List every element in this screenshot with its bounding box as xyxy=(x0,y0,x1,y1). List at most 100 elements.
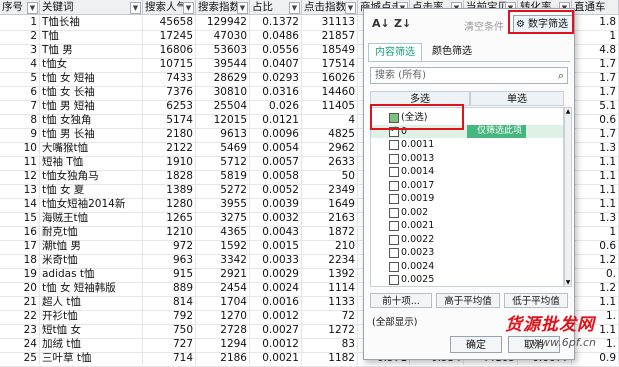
table-cell[interactable]: 1.3 xyxy=(572,211,619,225)
sort-descending-button[interactable]: Z↓ xyxy=(394,17,411,30)
table-cell[interactable]: 1910 xyxy=(143,155,196,169)
table-cell[interactable]: 0.6 xyxy=(572,239,619,253)
checkbox[interactable] xyxy=(389,207,399,218)
checkbox[interactable] xyxy=(389,113,399,123)
table-cell[interactable]: 0.0057 xyxy=(250,155,302,169)
table-cell[interactable]: 2 xyxy=(0,29,40,43)
table-cell[interactable]: 5272 xyxy=(196,183,250,197)
table-cell[interactable]: 39544 xyxy=(196,57,250,71)
table-cell[interactable]: 1294 xyxy=(196,337,250,351)
table-cell[interactable]: t恤 女独角 xyxy=(40,113,143,127)
table-cell[interactable]: 45658 xyxy=(143,15,196,29)
table-cell[interactable]: 2163 xyxy=(302,211,358,225)
table-cell[interactable]: t恤女短袖2014新 xyxy=(40,197,143,211)
table-cell[interactable]: 5819 xyxy=(196,169,250,183)
table-cell[interactable]: 9 xyxy=(0,127,40,141)
table-cell[interactable]: 18549 xyxy=(302,43,358,57)
checkbox[interactable] xyxy=(389,275,399,285)
table-cell[interactable]: 16806 xyxy=(143,43,196,57)
table-cell[interactable]: 1114 xyxy=(302,281,358,295)
sort-ascending-button[interactable]: A↓ xyxy=(372,17,390,30)
table-cell[interactable]: 加绒 t恤 xyxy=(40,337,143,351)
table-cell[interactable]: 1133 xyxy=(302,295,358,309)
table-cell[interactable]: 0.9 xyxy=(572,351,619,365)
table-cell[interactable]: 3275 xyxy=(196,211,250,225)
ok-button[interactable]: 确定 xyxy=(450,336,502,353)
table-cell[interactable]: 1210 xyxy=(143,225,196,239)
table-cell[interactable]: 短t恤 女 xyxy=(40,323,143,337)
table-cell[interactable]: 15 xyxy=(0,211,40,225)
table-cell[interactable]: 0.0016 xyxy=(250,295,302,309)
table-cell[interactable]: 1828 xyxy=(143,169,196,183)
table-cell[interactable]: 727 xyxy=(143,337,196,351)
table-cell[interactable]: 0.0054 xyxy=(250,141,302,155)
checkbox[interactable] xyxy=(389,221,399,231)
table-cell[interactable]: 24 xyxy=(0,337,40,351)
top10-button[interactable]: 前十项... xyxy=(370,293,432,308)
table-cell[interactable]: 1.1 xyxy=(572,169,619,183)
filter-list-item[interactable]: 0.002 xyxy=(371,206,563,219)
table-cell[interactable]: t恤 女 夏 xyxy=(40,183,143,197)
table-cell[interactable]: 1280 xyxy=(143,197,196,211)
table-cell[interactable]: t恤 男 长袖 xyxy=(40,127,143,141)
column-header[interactable]: 搜索人气 ▼ xyxy=(143,0,196,15)
table-cell[interactable]: 1182 xyxy=(302,351,358,365)
table-cell[interactable]: 1265 xyxy=(143,211,196,225)
column-header[interactable]: 序号 ▼ xyxy=(0,0,40,15)
table-cell[interactable]: 30810 xyxy=(196,85,250,99)
table-cell[interactable]: 47030 xyxy=(196,29,250,43)
filter-list-item[interactable]: 0.0024 xyxy=(371,260,563,273)
table-cell[interactable]: 18 xyxy=(0,253,40,267)
table-cell[interactable]: 1.2 xyxy=(572,253,619,267)
filter-dropdown-icon[interactable]: ▼ xyxy=(289,2,300,14)
table-cell[interactable]: 1.8 xyxy=(572,15,619,29)
scroll-down-icon[interactable]: ▼ xyxy=(565,279,571,286)
table-cell[interactable]: 0.0316 xyxy=(250,85,302,99)
table-cell[interactable]: 三叶草 t恤 xyxy=(40,351,143,365)
table-cell[interactable]: 19 xyxy=(0,267,40,281)
table-cell[interactable]: 4 xyxy=(302,113,358,127)
table-cell[interactable]: 4825 xyxy=(302,127,358,141)
table-cell[interactable]: 1392 xyxy=(302,267,358,281)
table-cell[interactable]: 1389 xyxy=(143,183,196,197)
table-cell[interactable]: 1270 xyxy=(196,309,250,323)
table-cell[interactable]: 2186 xyxy=(196,351,250,365)
table-cell[interactable]: 14 xyxy=(0,197,40,211)
table-cell[interactable]: 短袖 T恤 xyxy=(40,155,143,169)
table-cell[interactable]: 3 xyxy=(0,43,40,57)
filter-list-item[interactable]: 0.0014 xyxy=(371,165,563,178)
table-cell[interactable]: t恤 男 短袖 xyxy=(40,99,143,113)
clear-conditions-button[interactable]: 清空条件 xyxy=(464,18,504,33)
table-cell[interactable]: 海贼王t恤 xyxy=(40,211,143,225)
below-average-button[interactable]: 低于平均值 xyxy=(504,293,568,308)
table-cell[interactable]: 0.026 xyxy=(250,99,302,113)
table-cell[interactable]: 4.8 xyxy=(572,43,619,57)
table-cell[interactable]: 5.1 xyxy=(572,99,619,113)
table-cell[interactable]: 1.3 xyxy=(572,141,619,155)
checkbox[interactable] xyxy=(389,194,399,204)
table-cell[interactable]: 12015 xyxy=(196,113,250,127)
table-cell[interactable]: 0.0293 xyxy=(250,71,302,85)
checkbox[interactable] xyxy=(389,248,399,258)
table-cell[interactable]: 17514 xyxy=(302,57,358,71)
table-cell[interactable]: 0. xyxy=(572,267,619,281)
table-cell[interactable]: 5712 xyxy=(196,155,250,169)
table-cell[interactable]: t恤 女 长袖 xyxy=(40,85,143,99)
table-cell[interactable]: 1.1 xyxy=(572,155,619,169)
table-cell[interactable]: 0.1372 xyxy=(250,15,302,29)
table-cell[interactable]: 21 xyxy=(0,295,40,309)
table-cell[interactable]: 1 xyxy=(572,225,619,239)
column-header[interactable]: 搜索指数 ▼ xyxy=(196,0,250,15)
table-cell[interactable]: 963 xyxy=(143,253,196,267)
table-cell[interactable]: 16 xyxy=(0,225,40,239)
filter-list-item[interactable]: (全选) xyxy=(371,111,563,124)
table-cell[interactable]: 0.0021 xyxy=(250,351,302,365)
table-cell[interactable]: 23 xyxy=(0,323,40,337)
table-cell[interactable]: 0.0027 xyxy=(250,323,302,337)
table-cell[interactable]: 0.0052 xyxy=(250,183,302,197)
table-cell[interactable]: 0.0556 xyxy=(250,43,302,57)
table-cell[interactable]: 14460 xyxy=(302,85,358,99)
checkbox[interactable] xyxy=(389,140,399,150)
filter-list-item[interactable]: 0.0017 xyxy=(371,179,563,192)
table-cell[interactable]: 20 xyxy=(0,281,40,295)
